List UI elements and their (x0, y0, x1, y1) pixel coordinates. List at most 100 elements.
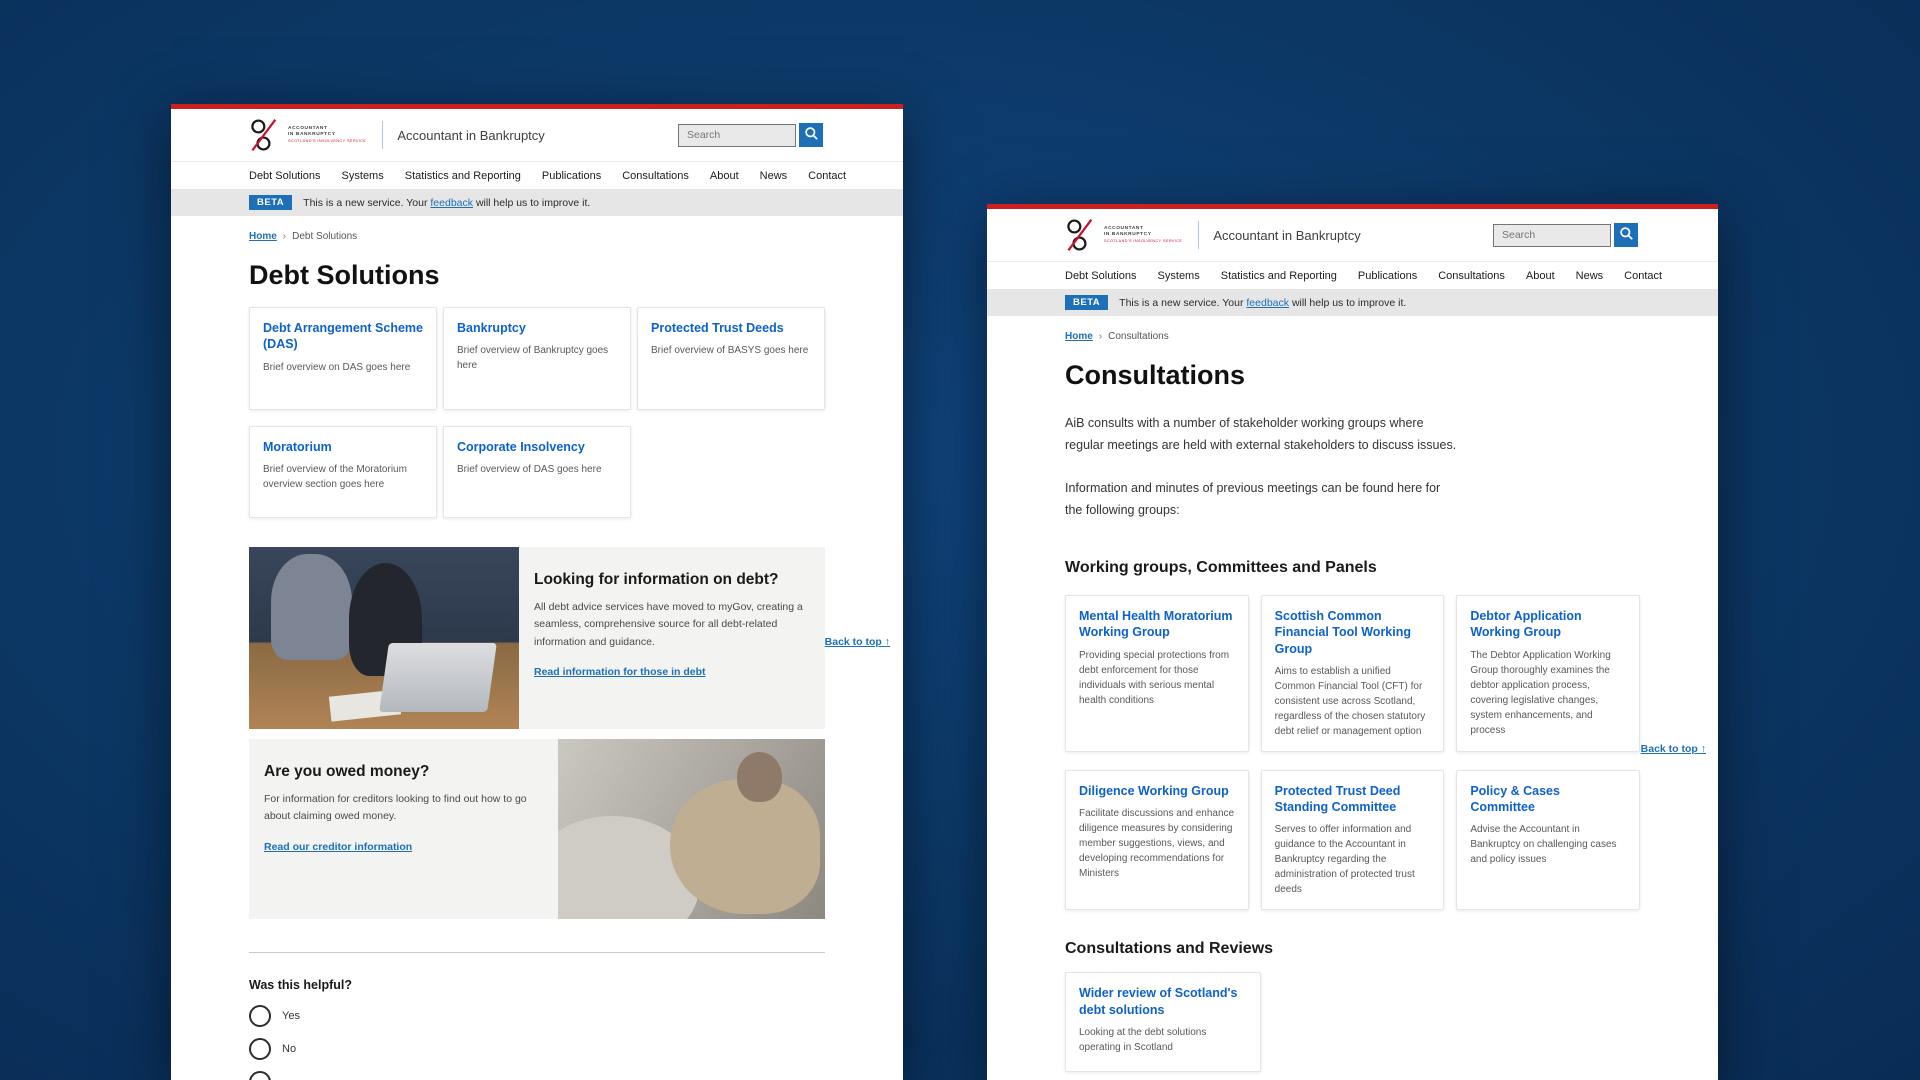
radio-no[interactable] (249, 1038, 271, 1060)
site-header: ACCOUNTANT IN BANKRUPTCY SCOTLAND'S INSO… (171, 109, 903, 161)
promo-heading: Looking for information on debt? (534, 571, 809, 589)
feedback-link[interactable]: feedback (1246, 297, 1289, 309)
card-desc: Advise the Accountant in Bankruptcy on c… (1470, 822, 1626, 867)
card-scottish-cft[interactable]: Scottish Common Financial Tool Working G… (1261, 595, 1445, 752)
search-input[interactable] (1493, 224, 1611, 247)
nav-item-statistics[interactable]: Statistics and Reporting (1221, 270, 1337, 282)
card-corporate-insolvency[interactable]: Corporate Insolvency Brief overview of D… (443, 426, 631, 518)
card-desc: Brief overview of DAS goes here (457, 462, 617, 477)
card-title[interactable]: Moratorium (263, 439, 423, 455)
site-header: ACCOUNTANT IN BANKRUPTCY SCOTLAND'S INSO… (987, 209, 1718, 261)
card-wider-review[interactable]: Wider review of Scotland's debt solution… (1065, 972, 1261, 1072)
card-title[interactable]: Diligence Working Group (1079, 783, 1235, 799)
card-diligence[interactable]: Diligence Working Group Facilitate discu… (1065, 770, 1249, 911)
search-button[interactable] (799, 123, 823, 147)
nav-item-statistics[interactable]: Statistics and Reporting (405, 170, 521, 182)
solution-cards-row-2: Moratorium Brief overview of the Morator… (249, 426, 825, 518)
beta-text-after: will help us to improve it. (1292, 297, 1406, 309)
beta-badge: BETA (1065, 295, 1108, 310)
nav-item-systems[interactable]: Systems (1158, 270, 1200, 282)
radio-yes[interactable] (249, 1005, 271, 1027)
page-content: Home › Consultations Consultations AiB c… (987, 331, 1718, 1080)
nav-item-publications[interactable]: Publications (1358, 270, 1417, 282)
feedback-widget: Was this helpful? Yes No (249, 978, 825, 1080)
beta-text: This is a new service. Your feedback wil… (1119, 297, 1406, 309)
reviews-heading: Consultations and Reviews (1065, 940, 1640, 958)
radio-yes-label[interactable]: Yes (282, 1010, 300, 1022)
search-button[interactable] (1614, 223, 1638, 247)
nav-item-publications[interactable]: Publications (542, 170, 601, 182)
intro-paragraph-1: AiB consults with a number of stakeholde… (1065, 413, 1459, 456)
aib-logo[interactable]: ACCOUNTANT IN BANKRUPTCY SCOTLAND'S INSO… (1065, 218, 1182, 252)
aib-logo-text: ACCOUNTANT IN BANKRUPTCY SCOTLAND'S INSO… (288, 126, 366, 144)
card-bankruptcy[interactable]: Bankruptcy Brief overview of Bankruptcy … (443, 307, 631, 410)
aib-logo[interactable]: ACCOUNTANT IN BANKRUPTCY SCOTLAND'S INSO… (249, 118, 366, 152)
helpful-option-partial (249, 1071, 825, 1080)
card-title[interactable]: Mental Health Moratorium Working Group (1079, 608, 1235, 641)
card-mental-health-moratorium[interactable]: Mental Health Moratorium Working Group P… (1065, 595, 1249, 752)
nav-item-news[interactable]: News (760, 170, 788, 182)
card-title[interactable]: Wider review of Scotland's debt solution… (1079, 985, 1247, 1018)
radio-no-label[interactable]: No (282, 1043, 296, 1055)
nav-item-systems[interactable]: Systems (342, 170, 384, 182)
read-creditor-info-link[interactable]: Read our creditor information (264, 841, 412, 853)
beta-text-after: will help us to improve it. (476, 197, 590, 209)
back-to-top-link[interactable]: Back to top ↑ (825, 636, 890, 648)
page-title: Debt Solutions (249, 260, 825, 291)
card-desc: Brief overview on DAS goes here (263, 360, 423, 375)
nav-item-news[interactable]: News (1576, 270, 1604, 282)
card-das[interactable]: Debt Arrangement Scheme (DAS) Brief over… (249, 307, 437, 410)
breadcrumb-home-link[interactable]: Home (1065, 331, 1093, 342)
nav-item-contact[interactable]: Contact (1624, 270, 1662, 282)
card-desc: Facilitate discussions and enhance dilig… (1079, 806, 1235, 881)
card-title[interactable]: Debt Arrangement Scheme (DAS) (263, 320, 423, 353)
helpful-option-yes: Yes (249, 1005, 825, 1027)
card-title[interactable]: Scottish Common Financial Tool Working G… (1275, 608, 1431, 657)
page-title: Consultations (1065, 360, 1640, 391)
aib-percent-scissors-icon (249, 118, 283, 152)
breadcrumb-separator: › (283, 231, 286, 242)
card-title[interactable]: Protected Trust Deeds (651, 320, 811, 336)
breadcrumb-current: Debt Solutions (292, 231, 357, 242)
card-ptd-standing-committee[interactable]: Protected Trust Deed Standing Committee … (1261, 770, 1445, 911)
main-nav: Debt Solutions Systems Statistics and Re… (171, 161, 903, 189)
aib-percent-scissors-icon (1065, 218, 1099, 252)
nav-item-debt-solutions[interactable]: Debt Solutions (1065, 270, 1137, 282)
up-arrow-icon: ↑ (1701, 743, 1706, 755)
header-divider (382, 121, 383, 149)
card-title[interactable]: Protected Trust Deed Standing Committee (1275, 783, 1431, 816)
card-title[interactable]: Corporate Insolvency (457, 439, 617, 455)
nav-item-contact[interactable]: Contact (808, 170, 846, 182)
search-icon (1619, 226, 1634, 244)
card-title[interactable]: Debtor Application Working Group (1470, 608, 1626, 641)
back-to-top-link[interactable]: Back to top ↑ (1641, 743, 1706, 755)
card-moratorium[interactable]: Moratorium Brief overview of the Morator… (249, 426, 437, 518)
main-nav: Debt Solutions Systems Statistics and Re… (987, 261, 1718, 289)
beta-text: This is a new service. Your feedback wil… (303, 197, 590, 209)
beta-text-before: This is a new service. Your (1119, 297, 1243, 309)
divider-rule (249, 952, 825, 953)
helpful-question: Was this helpful? (249, 978, 825, 992)
nav-item-about[interactable]: About (710, 170, 739, 182)
working-groups-heading: Working groups, Committees and Panels (1065, 559, 1640, 577)
nav-item-debt-solutions[interactable]: Debt Solutions (249, 170, 321, 182)
beta-banner: BETA This is a new service. Your feedbac… (987, 289, 1718, 316)
nav-item-consultations[interactable]: Consultations (622, 170, 689, 182)
group-cards-row-1: Mental Health Moratorium Working Group P… (1065, 595, 1640, 752)
read-debt-info-link[interactable]: Read information for those in debt (534, 666, 706, 678)
nav-item-consultations[interactable]: Consultations (1438, 270, 1505, 282)
search-input[interactable] (678, 124, 796, 147)
card-debtor-application[interactable]: Debtor Application Working Group The Deb… (1456, 595, 1640, 752)
card-policy-cases-committee[interactable]: Policy & Cases Committee Advise the Acco… (1456, 770, 1640, 911)
nav-item-about[interactable]: About (1526, 270, 1555, 282)
card-protected-trust-deeds[interactable]: Protected Trust Deeds Brief overview of … (637, 307, 825, 410)
card-title[interactable]: Policy & Cases Committee (1470, 783, 1626, 816)
feedback-link[interactable]: feedback (430, 197, 473, 209)
search-icon (804, 126, 819, 144)
card-desc: Serves to offer information and guidance… (1275, 822, 1431, 897)
aib-logo-text: ACCOUNTANT IN BANKRUPTCY SCOTLAND'S INSO… (1104, 226, 1182, 244)
card-title[interactable]: Bankruptcy (457, 320, 617, 336)
breadcrumb-home-link[interactable]: Home (249, 231, 277, 242)
radio-partial[interactable] (249, 1071, 271, 1080)
breadcrumb-separator: › (1099, 331, 1102, 342)
